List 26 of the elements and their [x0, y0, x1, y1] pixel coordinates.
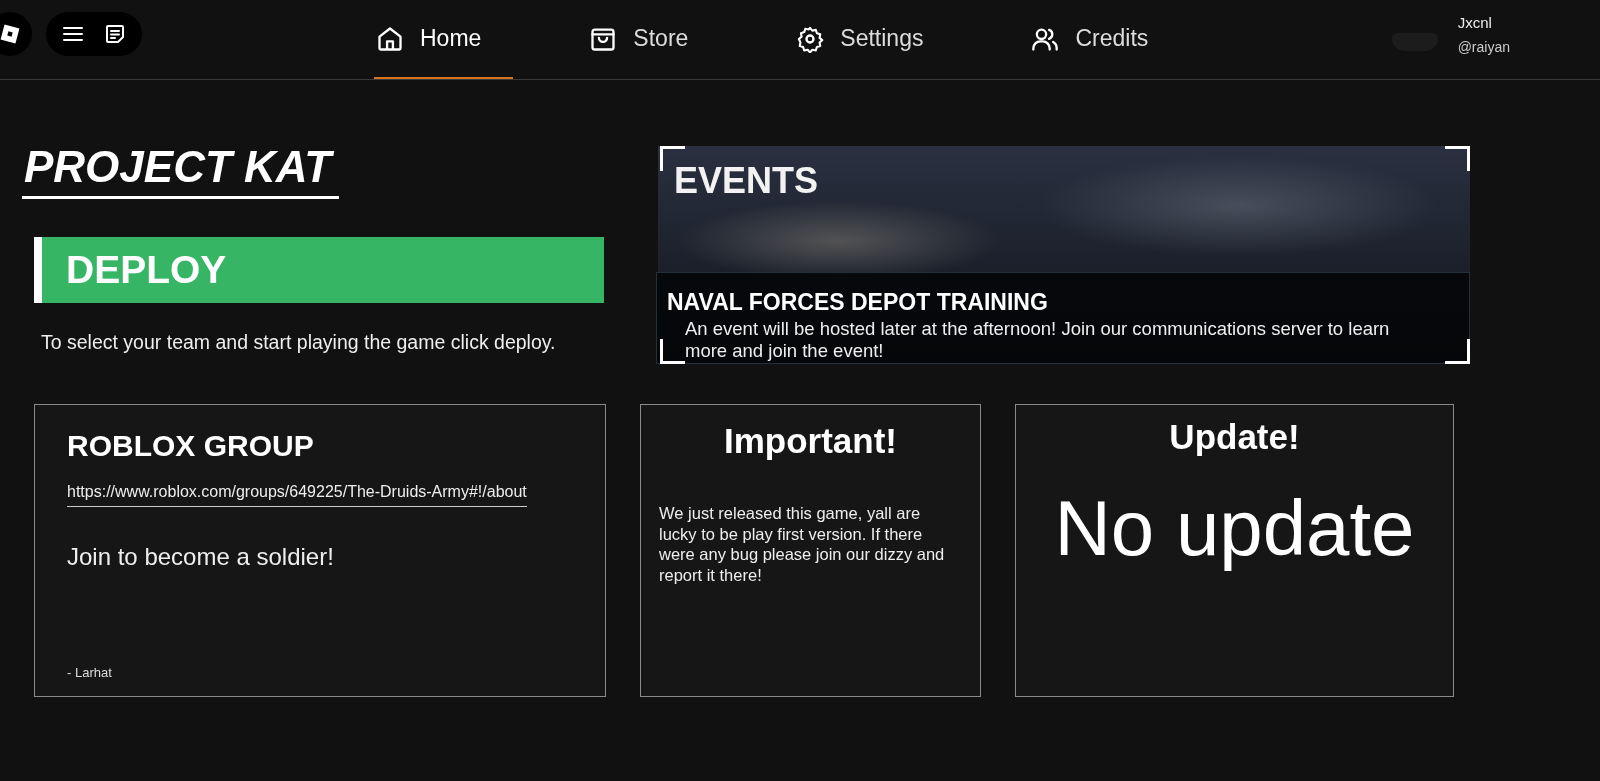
username: @raiyan	[1457, 39, 1510, 55]
events-banner[interactable]: EVENTS NAVAL FORCES DEPOT TRAINING An event will be hosted later at the afternoon! Join our communications server to learn more and join the event!	[658, 146, 1470, 364]
group-link[interactable]: https://www.roblox.com/groups/649225/The-Druids-Army#!/about	[67, 483, 527, 507]
deploy-description: To select your team and start playing the game click deploy.	[41, 331, 556, 354]
display-name: Jxcnl	[1457, 14, 1493, 31]
nav-tab[interactable]: Credits	[1029, 0, 1181, 79]
card-message: Join to become a soldier!	[67, 543, 334, 571]
game-title: PROJECT KAT	[22, 142, 340, 199]
events-heading: EVENTS	[674, 160, 820, 202]
card-title: ROBLOX GROUP	[67, 429, 314, 463]
nav-tab[interactable]: Store	[587, 0, 721, 79]
home-icon	[376, 24, 404, 53]
event-description: An event will be hosted later at the afternoon! Join our communications server to learn more and join the event!	[685, 318, 1391, 363]
card-body: We just released this game, yall are lucky to be play first version. If there were any bug please join our dizzy and report it there!	[659, 503, 946, 586]
menu-icon	[62, 25, 84, 43]
roblox-logo-button[interactable]	[0, 12, 32, 56]
settings-icon	[796, 24, 825, 53]
event-name: NAVAL FORCES DEPOT TRAINING	[667, 289, 1049, 316]
card-body: No update	[1053, 483, 1416, 574]
card-title: Update!	[1168, 417, 1301, 457]
nav-tab[interactable]: Home	[374, 0, 514, 79]
note-icon	[104, 23, 126, 45]
card-signature: - Larhat	[67, 665, 112, 680]
card-title: Important!	[722, 421, 898, 461]
frame-corner	[1445, 146, 1470, 171]
nav-tab[interactable]: Settings	[794, 0, 956, 79]
